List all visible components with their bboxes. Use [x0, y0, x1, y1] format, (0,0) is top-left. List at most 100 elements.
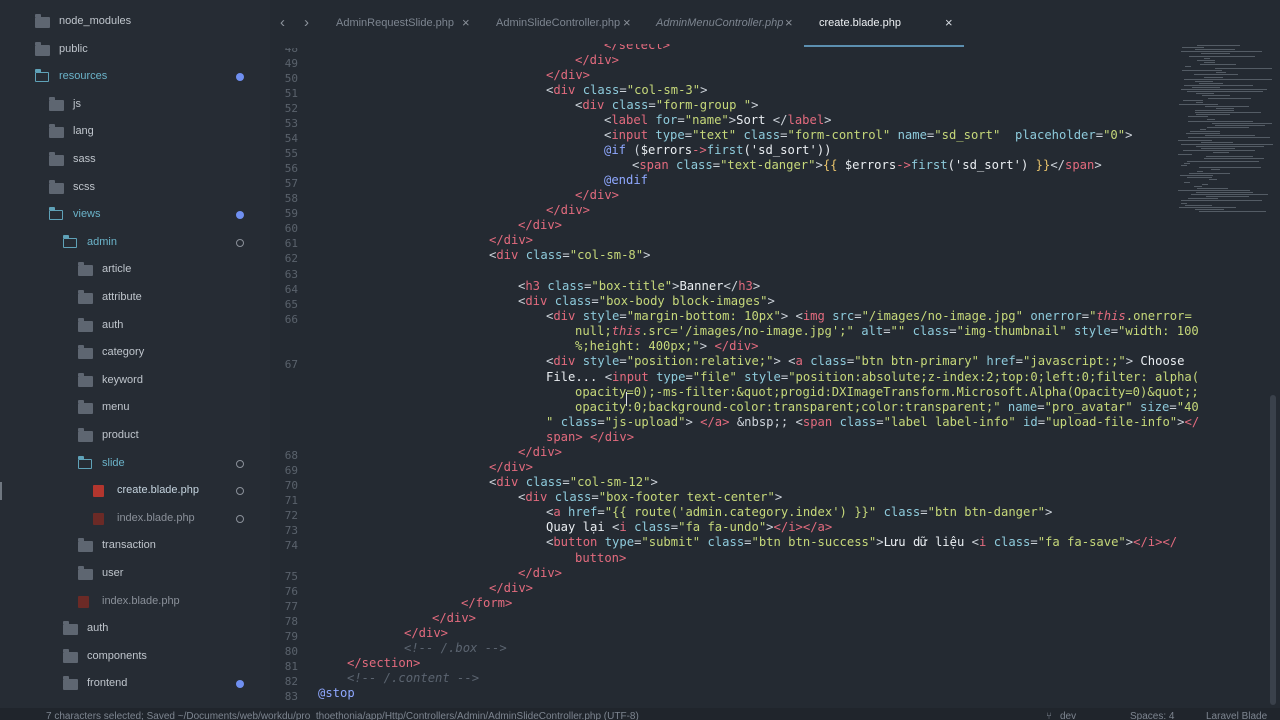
code-token: </form>	[461, 596, 513, 610]
code-token: a	[795, 354, 803, 368]
code-token: style	[582, 309, 620, 323]
code-line: opacity:0;background-color:transparent;c…	[575, 400, 1199, 414]
code-token: "btn btn-danger"	[927, 505, 1046, 519]
code-line: <!-- /.box -->	[404, 641, 507, 655]
code-line: <!-- /.content -->	[347, 671, 479, 685]
minimap-line	[1184, 84, 1253, 86]
minimap-line	[1183, 150, 1255, 151]
code-token: "img-thumbnail"	[956, 324, 1067, 338]
minimap-line	[1179, 206, 1236, 208]
code-editor[interactable]: </select> </div> </div> <div class="col-…	[0, 0, 1280, 720]
minimap-line	[1196, 145, 1264, 147]
code-line: </div>	[575, 53, 619, 67]
code-token: "box-body block-images"	[598, 294, 768, 308]
minimap-line	[1187, 91, 1263, 93]
code-line: </div>	[575, 188, 619, 202]
minimap-line	[1202, 95, 1230, 97]
code-line: </div>	[432, 611, 476, 625]
code-token: label	[611, 113, 649, 127]
code-line: </div>	[518, 445, 562, 459]
code-token: </div>	[546, 68, 591, 82]
code-token: first	[910, 158, 948, 172]
code-token: alt	[861, 324, 884, 338]
code-line: <h3 class="box-title">Banner</h3>	[518, 279, 761, 293]
code-token: File...	[546, 370, 605, 384]
code-token: class	[993, 535, 1031, 549]
code-token: "col-sm-8"	[569, 248, 644, 262]
code-token: size	[1140, 400, 1170, 414]
code-line: <div class="col-sm-12">	[489, 475, 658, 489]
code-token: style	[582, 354, 620, 368]
code-token: {{	[822, 158, 845, 172]
code-line: </div>	[489, 233, 533, 247]
code-token: "js-upload"	[604, 415, 686, 429]
minimap-line	[1197, 187, 1228, 189]
minimap-line	[1182, 47, 1204, 49]
code-token: class	[883, 505, 921, 519]
code-token: i	[619, 520, 627, 534]
code-token: div	[553, 83, 576, 97]
minimap-line	[1197, 59, 1215, 61]
status-bar: 7 characters selected; Saved ~/Documents…	[0, 708, 1280, 720]
minimap-line	[1197, 45, 1240, 46]
code-token: "position:absolute;z-index:2;top:0;left:…	[788, 370, 1200, 384]
minimap-line	[1215, 68, 1272, 70]
minimap-line	[1184, 181, 1190, 183]
code-line: opacity=0);-ms-filter:&quot;progid:DXIma…	[575, 385, 1199, 399]
branch-icon: ⑂	[1046, 711, 1052, 720]
indentation-setting[interactable]: Spaces: 4	[1130, 711, 1174, 720]
code-token: div	[496, 475, 519, 489]
code-token: div	[525, 294, 548, 308]
code-line: <a href="{{ route('admin.category.index'…	[546, 505, 1053, 519]
code-token: class	[676, 158, 713, 172]
minimap-line	[1195, 49, 1235, 51]
status-message: 7 characters selected; Saved ~/Documents…	[46, 711, 639, 720]
code-line: <span class="text-danger">{{ $errors->fi…	[632, 158, 1102, 172]
code-token: h3	[738, 279, 753, 293]
syntax-setting[interactable]: Laravel Blade	[1206, 711, 1267, 720]
code-token: "btn btn-success"	[751, 535, 877, 549]
code-token: .src='/images/no-image.jpg';"	[641, 324, 854, 338]
code-token: "btn btn-primary"	[854, 354, 979, 368]
minimap[interactable]	[1178, 45, 1278, 225]
code-token: "upload-file-info"	[1045, 415, 1178, 429]
minimap-line	[1200, 63, 1236, 65]
minimap-line	[1187, 177, 1212, 179]
code-line: </div>	[546, 203, 590, 217]
code-token: h3	[525, 279, 541, 293]
code-token: this	[1096, 309, 1126, 323]
code-token: button>	[575, 551, 627, 565]
code-token: </	[1184, 415, 1200, 429]
code-token: "form-group "	[655, 98, 752, 112]
code-line: </div>	[518, 566, 562, 580]
code-token: span>	[546, 430, 583, 444]
minimap-line	[1201, 147, 1235, 149]
code-token: class	[554, 490, 592, 504]
code-token: ->	[692, 143, 707, 157]
minimap-line	[1178, 189, 1250, 191]
code-token: onerror	[1030, 309, 1082, 323]
code-line: </select>	[604, 44, 670, 52]
code-token: "javascript:;"	[1023, 354, 1126, 368]
code-token: </div>	[518, 445, 563, 459]
code-token: "	[546, 415, 554, 429]
code-token: </div>	[714, 339, 759, 353]
code-line: <div class="box-footer text-center">	[518, 490, 783, 504]
minimap-line	[1189, 55, 1255, 57]
minimap-line	[1196, 114, 1230, 116]
minimap-line	[1192, 87, 1220, 88]
code-token: </i></	[1133, 535, 1178, 549]
code-token: div	[553, 309, 576, 323]
minimap-line	[1209, 179, 1217, 181]
code-token: "{{ route('admin.category.index') }}"	[604, 505, 877, 519]
code-token: </div>	[404, 626, 449, 640]
code-token: "file"	[692, 370, 737, 384]
vertical-scrollbar[interactable]	[1270, 395, 1276, 705]
code-token: %;height: 400px;"	[575, 339, 700, 353]
minimap-line	[1204, 57, 1210, 59]
minimap-line	[1191, 194, 1268, 196]
code-token: input	[612, 370, 649, 384]
code-line: @endif	[604, 173, 648, 187]
minimap-line	[1204, 158, 1264, 160]
git-branch[interactable]: dev	[1060, 711, 1076, 720]
